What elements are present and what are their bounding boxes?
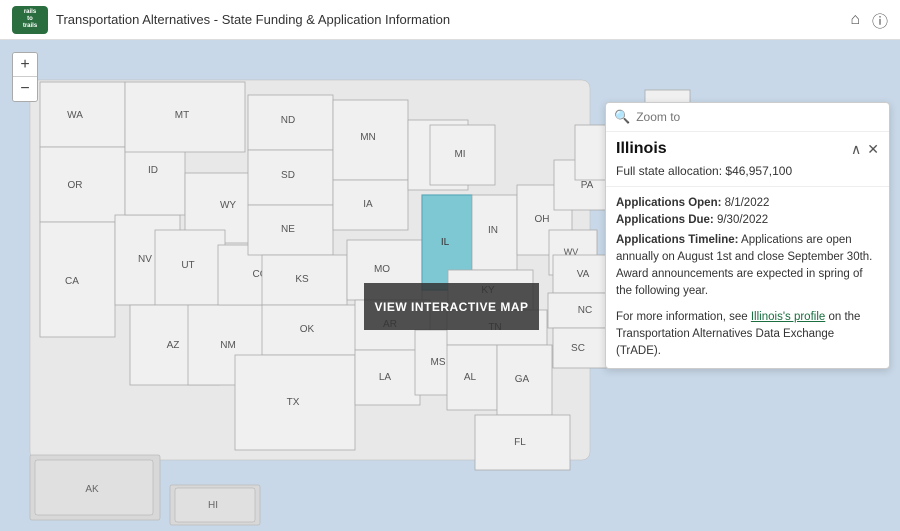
- svg-text:MN: MN: [360, 132, 376, 143]
- info-icon[interactable]: ⓘ: [872, 8, 888, 32]
- svg-text:NM: NM: [220, 340, 236, 351]
- svg-text:MO: MO: [374, 264, 390, 275]
- popup-close-button[interactable]: ✕: [867, 141, 879, 158]
- svg-text:WY: WY: [220, 200, 236, 211]
- svg-text:MI: MI: [454, 149, 465, 160]
- svg-text:MT: MT: [175, 110, 189, 121]
- header-icons: ⌂ ⓘ: [850, 8, 888, 32]
- page-title: Transportation Alternatives - State Fund…: [56, 12, 450, 27]
- popup-header: Illinois ∧ ✕: [606, 132, 889, 162]
- svg-text:OR: OR: [68, 180, 83, 191]
- illinois-profile-link[interactable]: Illinois's profile: [751, 311, 825, 323]
- svg-text:OH: OH: [535, 214, 550, 225]
- svg-text:NE: NE: [281, 224, 295, 235]
- svg-text:IL: IL: [441, 237, 450, 248]
- svg-text:VA: VA: [577, 269, 590, 280]
- svg-text:ID: ID: [148, 165, 158, 176]
- svg-text:SD: SD: [281, 170, 295, 181]
- apps-open-label: Applications Open:: [616, 197, 721, 209]
- svg-text:IA: IA: [363, 199, 373, 210]
- zoom-out-button[interactable]: −: [13, 77, 37, 101]
- state-name: Illinois: [616, 140, 667, 158]
- zoom-in-button[interactable]: +: [13, 53, 37, 77]
- view-interactive-map-button[interactable]: VIEW INTERACTIVE MAP: [364, 283, 539, 330]
- timeline-label: Applications Timeline:: [616, 234, 738, 246]
- apps-due-label: Applications Due:: [616, 214, 714, 226]
- search-icon: 🔍: [614, 109, 630, 125]
- apps-open-value: 8/1/2022: [725, 197, 770, 209]
- popup-collapse-button[interactable]: ∧: [851, 141, 861, 158]
- view-map-label: VIEW INTERACTIVE MAP: [374, 300, 528, 314]
- svg-text:TX: TX: [287, 397, 300, 408]
- svg-text:CA: CA: [65, 276, 79, 287]
- zoom-controls: + −: [12, 52, 38, 102]
- apps-due-field: Applications Due: 9/30/2022: [616, 212, 879, 229]
- allocation-value: $46,957,100: [725, 164, 792, 178]
- home-icon[interactable]: ⌂: [850, 11, 860, 29]
- svg-text:AL: AL: [464, 372, 477, 383]
- svg-text:OK: OK: [300, 324, 315, 335]
- svg-text:ND: ND: [281, 115, 295, 126]
- svg-text:SC: SC: [571, 343, 585, 354]
- more-info-field: For more information, see Illinois's pro…: [616, 309, 879, 361]
- svg-text:NV: NV: [138, 254, 152, 265]
- svg-text:PA: PA: [581, 180, 594, 191]
- zoom-to-input[interactable]: [636, 110, 881, 124]
- logo: railstotrails: [12, 6, 48, 34]
- apps-timeline-field: Applications Timeline: Applications are …: [616, 232, 879, 301]
- svg-text:KS: KS: [295, 274, 309, 285]
- popup-body: Applications Open: 8/1/2022 Applications…: [606, 187, 889, 368]
- state-info-popup: 🔍 Illinois ∧ ✕ Full state allocation: $4…: [605, 102, 890, 369]
- svg-text:UT: UT: [181, 260, 194, 271]
- svg-text:MS: MS: [431, 357, 446, 368]
- svg-text:AK: AK: [85, 484, 99, 495]
- popup-controls: ∧ ✕: [851, 141, 879, 158]
- svg-text:FL: FL: [514, 437, 526, 448]
- allocation-label: Full state allocation:: [616, 164, 722, 178]
- header-left: railstotrails Transportation Alternative…: [12, 6, 450, 34]
- svg-text:IN: IN: [488, 225, 498, 236]
- svg-text:NC: NC: [578, 305, 592, 316]
- map-container: WA OR CA NV ID MT WY UT AZ NM: [0, 40, 900, 531]
- svg-text:AZ: AZ: [167, 340, 180, 351]
- svg-text:LA: LA: [379, 372, 392, 383]
- svg-text:HI: HI: [208, 500, 218, 511]
- popup-search-bar[interactable]: 🔍: [606, 103, 889, 132]
- app-header: railstotrails Transportation Alternative…: [0, 0, 900, 40]
- more-info-prefix: For more information, see: [616, 311, 751, 323]
- apps-due-value: 9/30/2022: [717, 214, 768, 226]
- svg-text:GA: GA: [515, 374, 530, 385]
- svg-text:WA: WA: [67, 110, 83, 121]
- popup-allocation: Full state allocation: $46,957,100: [606, 162, 889, 187]
- apps-open-field: Applications Open: 8/1/2022: [616, 195, 879, 212]
